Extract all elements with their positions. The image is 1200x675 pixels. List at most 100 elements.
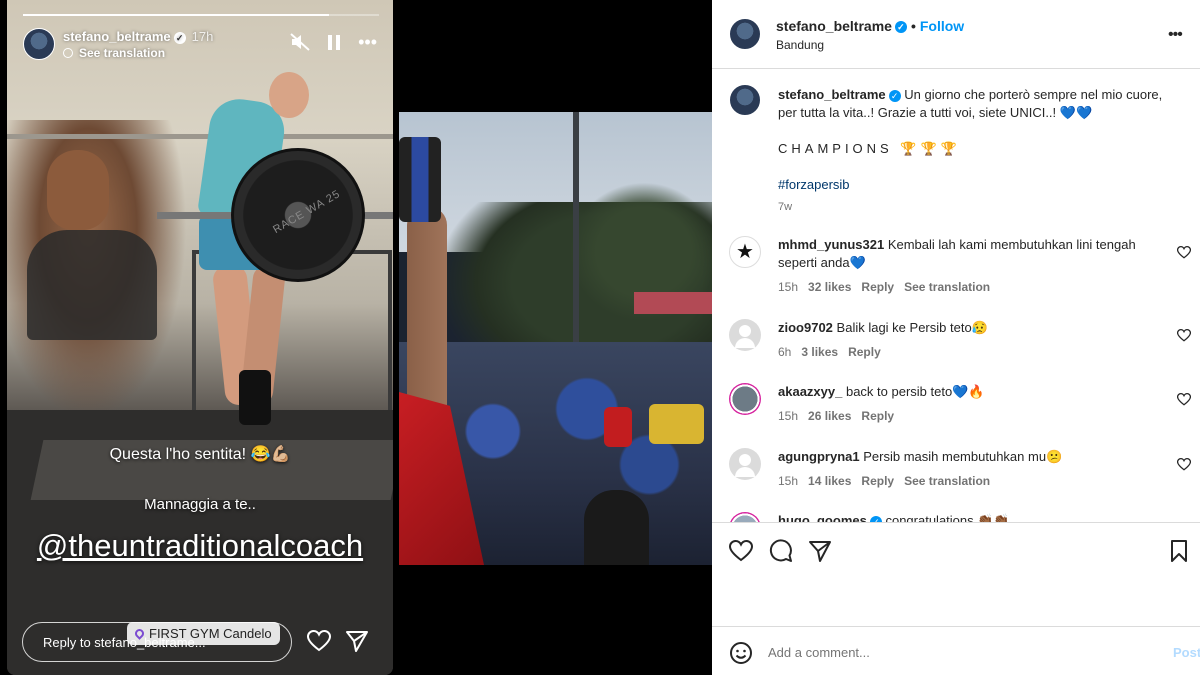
comment-time: 15h xyxy=(778,409,799,423)
photo-banner xyxy=(634,292,712,314)
comment-username[interactable]: agungpryna1 xyxy=(778,449,860,464)
story-location-sticker[interactable]: FIRST GYM Candelo xyxy=(127,622,280,645)
like-comment-heart-icon[interactable] xyxy=(1177,246,1191,259)
pause-icon[interactable] xyxy=(328,34,341,50)
reply-button[interactable]: Reply xyxy=(861,280,894,294)
commenter-avatar[interactable] xyxy=(729,319,761,351)
comment-line: mhmd_yunus321 Kembali lah kami membutuhk… xyxy=(778,236,1168,272)
follow-button[interactable]: Follow xyxy=(920,18,964,34)
like-comment-heart-icon[interactable] xyxy=(1177,329,1191,342)
post-caption: stefano_beltrame ✓ Un giorno che porterò … xyxy=(778,86,1178,216)
add-comment-input[interactable] xyxy=(768,645,1148,660)
story-username[interactable]: stefano_beltrame xyxy=(63,29,171,44)
comment-line: hugo_goomes ✓ congratulations 👏🏾👏🏾 xyxy=(778,512,1168,522)
caption-champions: CHAMPIONS 🏆🏆🏆 xyxy=(778,141,961,156)
location-pin-icon xyxy=(133,627,146,640)
comment-likes[interactable]: 32 likes xyxy=(808,280,851,294)
comment-text: back to persib teto💙🔥 xyxy=(845,384,985,399)
author-username[interactable]: stefano_beltrame xyxy=(776,18,892,34)
post-photo[interactable] xyxy=(399,112,712,565)
story-controls: ••• xyxy=(290,32,377,52)
comment-meta: 15h 26 likes Reply xyxy=(778,407,1168,425)
comment-body: agungpryna1 Persib masih membutuhkan mu😕… xyxy=(778,448,1168,490)
story-progress-fill xyxy=(23,14,330,16)
comment-meta: 6h 3 likes Reply xyxy=(778,343,1168,361)
comment-line: agungpryna1 Persib masih membutuhkan mu😕 xyxy=(778,448,1168,466)
verified-badge-icon: ✓ xyxy=(894,21,907,34)
more-options-icon[interactable]: ••• xyxy=(1168,26,1183,44)
reply-button[interactable]: Reply xyxy=(861,474,894,488)
send-icon[interactable] xyxy=(345,630,369,652)
comment-likes[interactable]: 3 likes xyxy=(801,345,838,359)
story-header: stefano_beltrame ✓ 17h See translation ••• xyxy=(23,26,377,62)
comment-time: 15h xyxy=(778,280,799,294)
author-avatar[interactable] xyxy=(729,18,761,50)
like-heart-icon[interactable] xyxy=(729,539,753,563)
share-send-icon[interactable] xyxy=(808,539,832,563)
more-options-icon[interactable]: ••• xyxy=(358,32,377,52)
commenter-avatar-story-ring[interactable] xyxy=(729,383,761,415)
comment-bubble-icon[interactable] xyxy=(769,539,793,563)
commenter-avatar[interactable]: ★ xyxy=(729,236,761,268)
see-translation-button[interactable]: See translation xyxy=(904,280,990,294)
story-viewer[interactable]: RACE WA 25 stefano_beltrame ✓ 17h See tran… xyxy=(7,0,393,675)
story-username-row[interactable]: stefano_beltrame ✓ 17h xyxy=(63,29,213,44)
trophy xyxy=(399,137,441,222)
caption-line: stefano_beltrame ✓ Un giorno che porterò … xyxy=(778,86,1178,122)
photo-foreground-head xyxy=(584,490,649,565)
like-comment-heart-icon[interactable] xyxy=(1177,458,1191,471)
comment-username[interactable]: akaazxyy_ xyxy=(778,384,842,399)
emoji-icon[interactable] xyxy=(729,641,753,665)
comment-username[interactable]: zioo9702 xyxy=(778,320,833,335)
like-comment-heart-icon[interactable] xyxy=(1177,393,1191,406)
story-location-label: FIRST GYM Candelo xyxy=(149,626,272,641)
verified-badge-icon: ✓ xyxy=(888,89,901,102)
post-location[interactable]: Bandung xyxy=(776,38,824,52)
commenter-avatar-story-ring[interactable] xyxy=(729,512,761,522)
comment-likes[interactable]: 26 likes xyxy=(808,409,851,423)
comment-line: akaazxyy_ back to persib teto💙🔥 xyxy=(778,383,1168,401)
comment-meta: 15h 32 likes Reply See translation xyxy=(778,278,1168,296)
save-bookmark-icon[interactable] xyxy=(1167,539,1191,563)
story-caption-1: Questa l'ho sentita! 😂💪🏼 xyxy=(109,446,291,463)
story-progress-track xyxy=(23,14,379,16)
commenter-avatar[interactable] xyxy=(729,448,761,480)
add-comment-bar: Post xyxy=(712,626,1200,675)
comment-likes[interactable]: 14 likes xyxy=(808,474,851,488)
see-translation-button[interactable]: See translation xyxy=(904,474,990,488)
story-see-translation[interactable]: See translation xyxy=(63,46,165,60)
caption-age: 7w xyxy=(778,201,793,213)
reply-button[interactable]: Reply xyxy=(861,409,894,423)
story-caption-2: Mannaggia a te.. xyxy=(144,496,256,513)
comment-body: akaazxyy_ back to persib teto💙🔥 15h 26 li… xyxy=(778,383,1168,425)
comment-username[interactable]: mhmd_yunus321 xyxy=(778,237,884,252)
story-mention-link[interactable]: @theuntraditionalcoach xyxy=(7,528,393,564)
mute-icon[interactable] xyxy=(290,33,310,51)
caption-avatar[interactable] xyxy=(729,84,761,116)
comment-meta: 15h 14 likes Reply See translation xyxy=(778,472,1168,490)
comment-username[interactable]: hugo_goomes xyxy=(778,513,867,522)
comment-text: Persib masih membutuhkan mu😕 xyxy=(863,449,1063,464)
mural-head xyxy=(47,150,109,230)
post-comment-button[interactable]: Post xyxy=(1173,645,1200,660)
comment-time: 15h xyxy=(778,474,799,488)
post-details-panel: stefano_beltrame ✓ • Follow Bandung ••• ste… xyxy=(712,0,1200,675)
story-time: 17h xyxy=(191,29,214,44)
story-avatar[interactable] xyxy=(23,28,55,60)
caption-username[interactable]: stefano_beltrame xyxy=(778,87,886,102)
comment-line: zioo9702 Balik lagi ke Persib teto😥 xyxy=(778,319,1168,337)
comment-body: zioo9702 Balik lagi ke Persib teto😥 6h 3 … xyxy=(778,319,1168,361)
lifter-head xyxy=(269,72,309,118)
story-see-translation-label: See translation xyxy=(79,46,166,60)
photo-bus xyxy=(649,404,704,444)
caption-hashtag[interactable]: #forzapersib xyxy=(778,176,1178,194)
author-row: stefano_beltrame ✓ • Follow xyxy=(776,18,964,34)
separator-dot: • xyxy=(910,18,916,34)
comment-body: hugo_goomes ✓ congratulations 👏🏾👏🏾 xyxy=(778,512,1168,522)
globe-icon xyxy=(63,48,73,58)
reply-button[interactable]: Reply xyxy=(848,345,881,359)
verified-badge-icon: ✓ xyxy=(173,31,186,44)
heart-icon[interactable] xyxy=(307,630,331,652)
photo-fan xyxy=(604,407,632,447)
comments-list[interactable]: stefano_beltrame ✓ Un giorno che porterò … xyxy=(712,70,1200,522)
